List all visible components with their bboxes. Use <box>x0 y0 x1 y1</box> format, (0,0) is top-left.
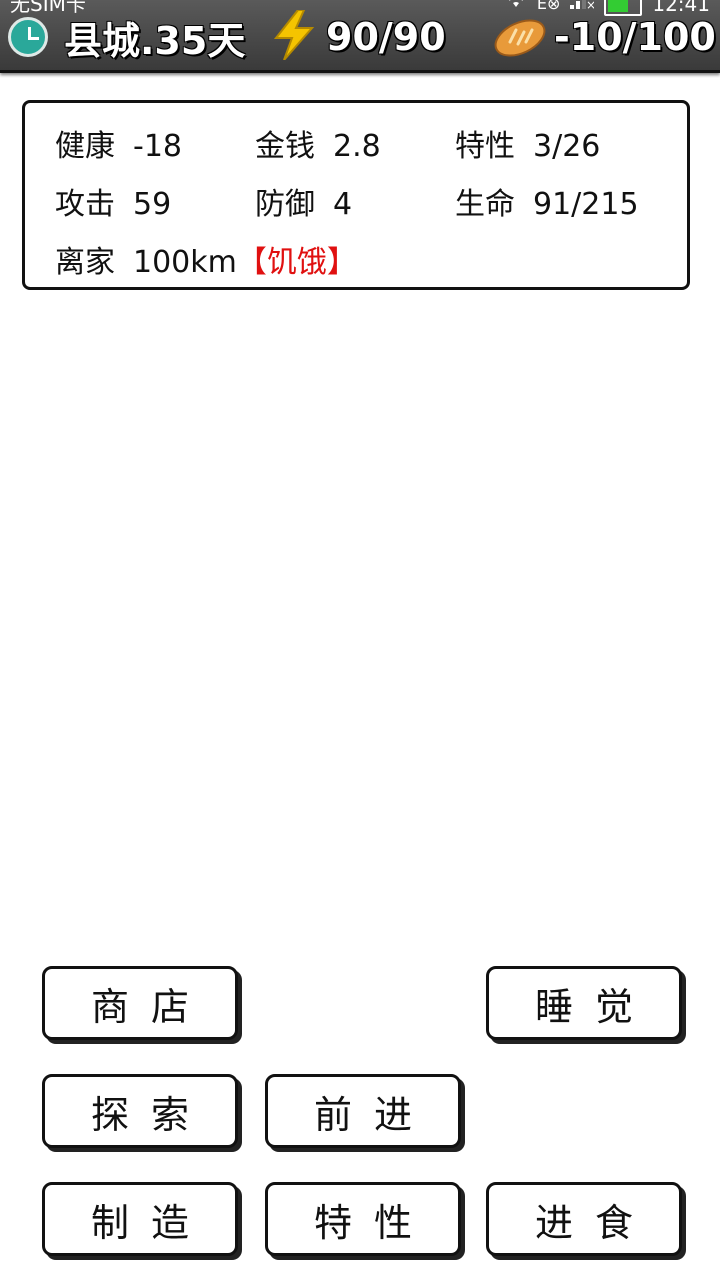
android-status-bar: 无SIM卡 E⊗ × 12:41 <box>0 0 720 24</box>
stat-health: 健康 -18 <box>55 121 182 165</box>
craft-button[interactable]: 制造 <box>42 1182 238 1256</box>
eat-button[interactable]: 进食 <box>486 1182 682 1256</box>
stat-value: 100km <box>133 245 237 280</box>
traits-button[interactable]: 特性 <box>265 1182 461 1256</box>
shop-button[interactable]: 商店 <box>42 966 238 1040</box>
status-icons: E⊗ × 12:41 <box>505 0 710 16</box>
stat-trait: 特性 3/26 <box>455 121 600 165</box>
stat-life: 生命 91/215 <box>455 179 639 223</box>
stat-label: 生命 <box>455 187 515 222</box>
stat-value: -18 <box>133 129 182 164</box>
stat-value: 59 <box>133 187 172 222</box>
stat-value: 3/26 <box>533 129 601 164</box>
hunger-status: 【饥饿】 <box>236 245 357 280</box>
stat-defense: 防御 4 <box>255 179 352 223</box>
explore-button[interactable]: 探索 <box>42 1074 238 1148</box>
carrier-text: 无SIM卡 <box>10 0 86 16</box>
sim-error-icon: E⊗ <box>536 0 561 13</box>
sleep-button[interactable]: 睡觉 <box>486 966 682 1040</box>
stat-label: 离家 <box>55 245 115 280</box>
stat-value: 4 <box>333 187 353 222</box>
stat-attack: 攻击 59 <box>55 179 171 223</box>
stat-value: 2.8 <box>333 129 381 164</box>
clock-time: 12:41 <box>652 0 710 16</box>
stat-label: 特性 <box>455 129 515 164</box>
stat-label: 健康 <box>55 129 115 164</box>
stat-distance: 离家 100km【饥饿】 <box>55 237 357 281</box>
stat-label: 攻击 <box>55 187 115 222</box>
svg-text:×: × <box>586 0 594 9</box>
stats-panel: 健康 -18 金钱 2.8 特性 3/26 攻击 59 防御 4 生命 91/215 离家 1… <box>22 100 690 290</box>
signal-icon: × <box>570 0 596 16</box>
wifi-icon <box>505 0 527 16</box>
stat-money: 金钱 2.8 <box>255 121 381 165</box>
battery-icon <box>604 0 643 16</box>
stat-label: 金钱 <box>255 129 315 164</box>
advance-button[interactable]: 前进 <box>265 1074 461 1148</box>
stat-value: 91/215 <box>533 187 639 222</box>
stat-label: 防御 <box>255 187 315 222</box>
